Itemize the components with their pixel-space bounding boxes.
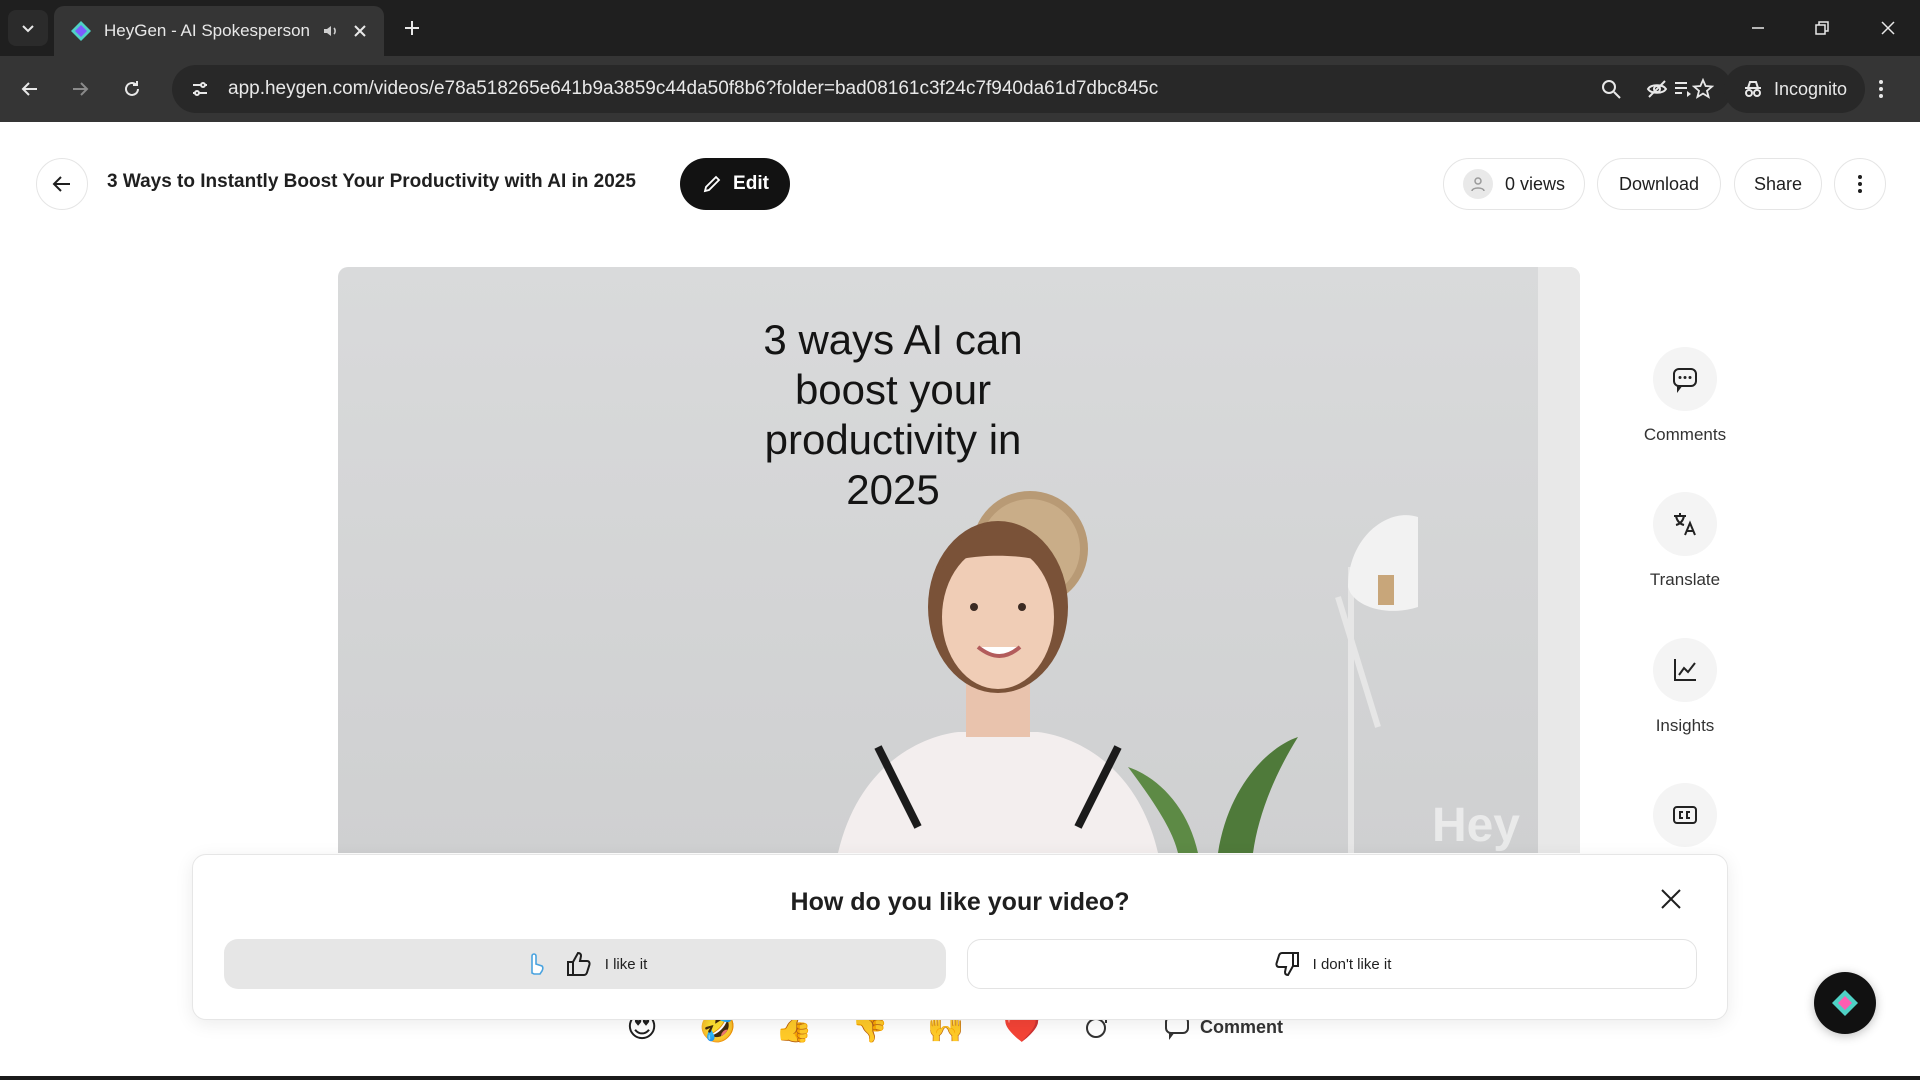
comments-action[interactable]: Comments: [1640, 347, 1730, 445]
chevron-down-icon: [22, 25, 34, 33]
edit-button[interactable]: Edit: [680, 158, 790, 210]
share-button[interactable]: Share: [1734, 158, 1822, 210]
views-badge[interactable]: 0 views: [1443, 158, 1585, 210]
user-icon: [1471, 177, 1485, 192]
omnibox[interactable]: app.heygen.com/videos/e78a518265e641b9a3…: [172, 65, 1732, 113]
restore-button[interactable]: [1798, 8, 1846, 48]
hand-cursor-icon: [530, 953, 544, 975]
reload-button[interactable]: [112, 69, 152, 109]
insights-action[interactable]: Insights: [1640, 638, 1730, 736]
avatar: [1462, 169, 1493, 199]
incognito-icon: [1745, 81, 1761, 97]
kebab-menu-icon: [1858, 175, 1862, 193]
media-controls-icon: [1675, 82, 1691, 97]
back-button[interactable]: [36, 158, 88, 210]
heygen-logo-icon: [1832, 990, 1858, 1016]
zoom-icon[interactable]: [1600, 78, 1622, 100]
share-label: Share: [1753, 173, 1803, 194]
translate-label: Translate: [1649, 570, 1721, 589]
insights-label: Insights: [1655, 716, 1715, 735]
line-chart-icon: [1674, 659, 1696, 681]
like-button[interactable]: I like it: [224, 939, 946, 989]
feedback-dialog: How do you like your video? I like it I …: [192, 854, 1728, 1020]
video-title: 3 Ways to Instantly Boost Your Productiv…: [107, 171, 636, 192]
feedback-title: How do you like your video?: [790, 888, 1130, 916]
views-count: 0 views: [1504, 173, 1566, 194]
video-player[interactable]: 3 ways AI can boost your productivity in…: [338, 267, 1580, 853]
heygen-logo-icon: [71, 21, 91, 41]
arrow-right-icon: [73, 82, 89, 96]
minimize-icon: [1752, 27, 1764, 29]
more-options-button[interactable]: [1834, 158, 1886, 210]
eye-off-icon[interactable]: [1646, 78, 1668, 100]
captions-action[interactable]: [1640, 783, 1730, 847]
browser-menu-button[interactable]: [1878, 65, 1884, 113]
thumbs-up-icon: [566, 951, 591, 976]
incognito-indicator[interactable]: Incognito: [1724, 65, 1866, 113]
translate-action[interactable]: Translate: [1640, 492, 1730, 590]
translate-icon: [1674, 513, 1696, 536]
star-icon[interactable]: [1692, 78, 1714, 100]
heygen-watermark: Hey: [1431, 799, 1520, 852]
browser-address-bar: app.heygen.com/videos/e78a518265e641b9a3…: [0, 56, 1920, 122]
restore-icon: [1815, 21, 1829, 35]
reading-list-button[interactable]: [1672, 65, 1694, 113]
arrow-left-icon: [52, 176, 70, 192]
tab-title: HeyGen - AI Spokesperson: [104, 21, 310, 40]
close-icon: [1881, 21, 1895, 35]
forward-nav-button[interactable]: [60, 69, 100, 109]
edit-label: Edit: [733, 173, 769, 194]
close-feedback-button[interactable]: [1651, 879, 1691, 919]
close-window-button[interactable]: [1864, 8, 1912, 48]
like-label: I like it: [604, 955, 648, 973]
arrow-left-icon: [21, 82, 37, 96]
new-tab-button[interactable]: [396, 12, 428, 44]
browser-tab-bar: HeyGen - AI Spokesperson: [0, 0, 1920, 56]
close-icon: [1661, 889, 1681, 909]
thumbs-down-icon: [1275, 952, 1299, 977]
dislike-button[interactable]: I don't like it: [967, 939, 1697, 989]
close-tab-icon[interactable]: [352, 23, 368, 39]
closed-captions-icon: [1673, 806, 1697, 824]
bottom-strip: [0, 1076, 1920, 1080]
download-label: Download: [1618, 173, 1700, 194]
back-nav-button[interactable]: [10, 69, 50, 109]
dislike-label: I don't like it: [1312, 955, 1392, 973]
minimize-button[interactable]: [1734, 8, 1782, 48]
download-button[interactable]: Download: [1597, 158, 1721, 210]
incognito-label: Incognito: [1774, 78, 1848, 99]
site-settings-icon[interactable]: [190, 79, 210, 99]
browser-tab[interactable]: HeyGen - AI Spokesperson: [54, 6, 384, 56]
pencil-icon: [703, 175, 721, 193]
video-caption: 3 ways AI can boost your productivity in…: [763, 316, 1023, 513]
kebab-menu-icon: [1879, 80, 1883, 98]
url-text[interactable]: app.heygen.com/videos/e78a518265e641b9a3…: [228, 78, 1600, 100]
tab-search-button[interactable]: [8, 10, 48, 46]
speaker-icon[interactable]: [322, 22, 340, 40]
comments-label: Comments: [1643, 425, 1727, 444]
plus-icon: [405, 21, 419, 35]
reload-icon: [125, 81, 139, 96]
heygen-assistant-button[interactable]: [1814, 972, 1876, 1034]
comment-icon: [1673, 368, 1697, 393]
